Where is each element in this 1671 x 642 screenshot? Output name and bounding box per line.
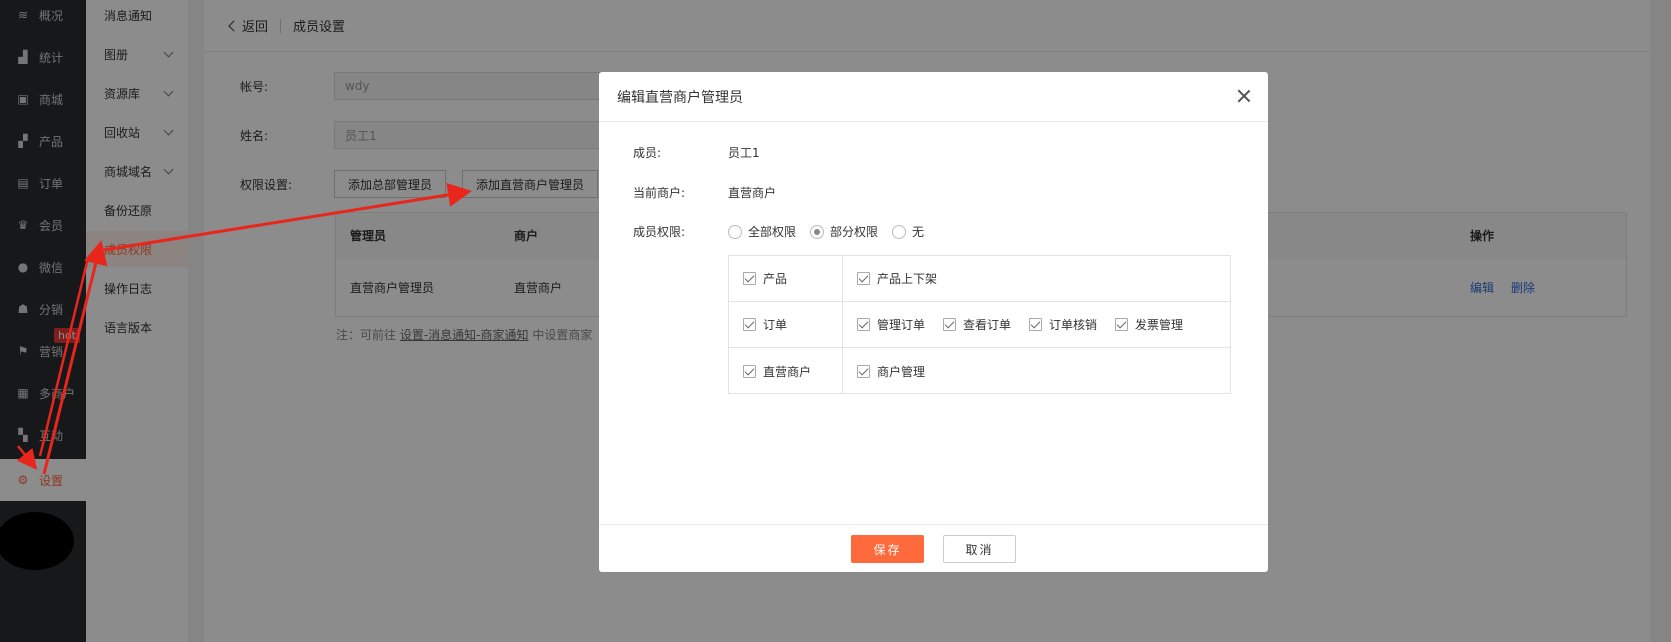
radio-partial-permissions[interactable]: 部分权限: [810, 223, 878, 240]
checkbox-checked-icon: [743, 364, 756, 378]
permission-group-cell: 直营商户: [729, 348, 843, 394]
checkbox-checked-icon: [743, 272, 756, 285]
checkbox-label: 订单核销: [1049, 318, 1098, 332]
checkbox-label: 直营商户: [763, 364, 812, 379]
permission-items-cell: 产品上下架: [843, 256, 1230, 301]
member-row: 成员: 员工1: [633, 144, 760, 161]
permission-group-cell: 产品: [729, 256, 843, 301]
checkbox-checked-icon: [857, 318, 870, 331]
merchant-label: 当前商户:: [633, 186, 686, 200]
checkbox-label: 发票管理: [1135, 318, 1184, 332]
modal-footer: 保存 取消: [599, 524, 1268, 572]
checkbox-manage-orders[interactable]: 管理订单: [857, 316, 925, 333]
checkbox-label: 查看订单: [963, 318, 1012, 332]
member-value: 员工1: [728, 146, 760, 160]
radio-label: 全部权限: [748, 225, 797, 239]
checkbox-label: 产品上下架: [877, 272, 938, 286]
checkbox-products[interactable]: 产品: [743, 270, 787, 287]
checkbox-view-orders[interactable]: 查看订单: [943, 316, 1011, 333]
permission-row-direct-merchant: 直营商户 商户管理: [729, 348, 1230, 394]
permission-items-cell: 管理订单 查看订单 订单核销 发票管理: [843, 302, 1230, 347]
permission-row-products: 产品 产品上下架: [729, 256, 1230, 302]
permission-group-cell: 订单: [729, 302, 843, 347]
member-permission-label: 成员权限:: [633, 225, 686, 239]
checkbox-merchant-management[interactable]: 商户管理: [857, 363, 925, 380]
modal-header: 编辑直营商户管理员: [599, 72, 1268, 122]
checkbox-product-shelf[interactable]: 产品上下架: [857, 270, 937, 287]
radio-label: 部分权限: [830, 225, 879, 239]
edit-admin-modal: 编辑直营商户管理员 成员: 员工1 当前商户: 直营商户 成员权限: 全部权限 …: [599, 72, 1268, 572]
save-button[interactable]: 保存: [851, 535, 924, 563]
checkbox-label: 商户管理: [877, 364, 926, 379]
radio-label: 无: [912, 225, 925, 239]
checkbox-label: 管理订单: [877, 318, 926, 332]
permission-table: 产品 产品上下架 订单 管理订单 查看订单 订单核销 发票管理 直营商户 商户管…: [728, 255, 1231, 394]
merchant-row: 当前商户: 直营商户: [633, 184, 776, 201]
app-root: ≋ 概况 ▟ 统计 ▣ 商城 ▞ 产品 ▤ 订单 ♛ 会员 ● 微信 ☗ 分销 ⚑ 营销 hot …: [0, 0, 1671, 642]
checkbox-checked-icon: [1115, 318, 1129, 331]
cancel-button[interactable]: 取消: [943, 535, 1016, 563]
member-label: 成员:: [633, 146, 662, 160]
checkbox-label: 订单: [763, 318, 788, 332]
checkbox-checked-icon: [943, 318, 957, 331]
radio-all-permissions[interactable]: 全部权限: [728, 223, 796, 240]
checkbox-checked-icon: [1029, 318, 1043, 331]
permission-row-orders: 订单 管理订单 查看订单 订单核销 发票管理: [729, 302, 1230, 348]
member-permission-row: 成员权限: 全部权限 部分权限 无: [633, 223, 938, 240]
checkbox-checked-icon: [857, 364, 870, 378]
radio-circle: [728, 224, 742, 239]
radio-no-permissions[interactable]: 无: [892, 223, 924, 240]
checkbox-verify-orders[interactable]: 订单核销: [1029, 316, 1097, 333]
checkbox-invoice-management[interactable]: 发票管理: [1115, 316, 1183, 333]
merchant-value: 直营商户: [728, 186, 777, 200]
checkbox-checked-icon: [857, 272, 870, 285]
radio-circle: [810, 224, 825, 239]
checkbox-checked-icon: [743, 318, 756, 331]
checkbox-label: 产品: [763, 272, 788, 286]
permission-items-cell: 商户管理: [843, 348, 1230, 394]
modal-title: 编辑直营商户管理员: [617, 89, 743, 106]
radio-circle: [892, 224, 907, 239]
checkbox-orders[interactable]: 订单: [743, 316, 787, 333]
checkbox-direct-merchant[interactable]: 直营商户: [743, 363, 811, 380]
close-icon[interactable]: [1236, 88, 1252, 104]
